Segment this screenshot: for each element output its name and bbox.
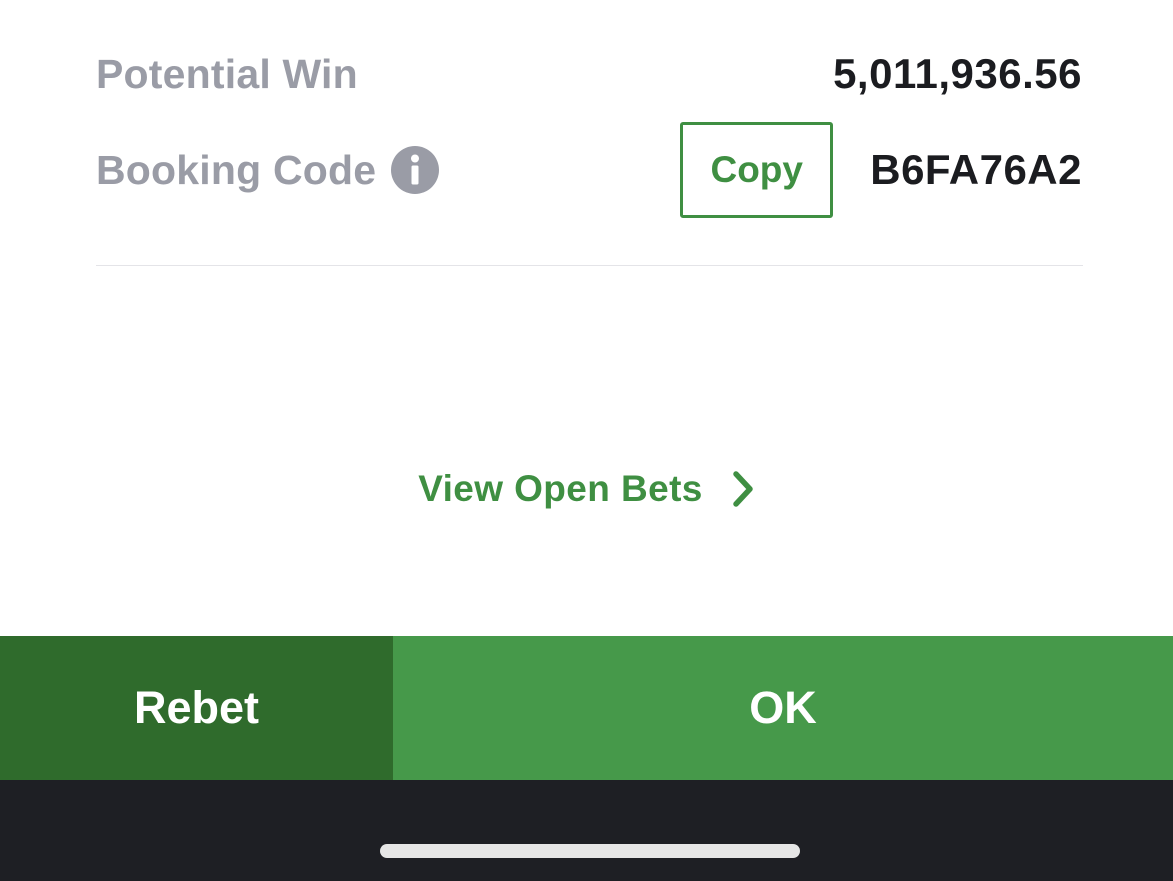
ok-button[interactable]: OK <box>393 636 1173 780</box>
booking-code-value: B6FA76A2 <box>870 146 1082 193</box>
potential-win-value: 5,011,936.56 <box>833 50 1082 97</box>
home-indicator-area <box>0 780 1173 881</box>
booking-code-label-group: Booking Code <box>96 146 440 194</box>
view-open-bets-label: View Open Bets <box>418 468 703 509</box>
potential-win-row: Potential Win 5,011,936.56 <box>96 44 1082 104</box>
divider <box>96 265 1083 266</box>
booking-code-value-group: Copy B6FA76A2 <box>680 122 1082 218</box>
bet-confirmation-screen: Potential Win 5,011,936.56 Booking Code … <box>0 0 1173 881</box>
action-bar: Rebet OK <box>0 636 1173 780</box>
info-icon[interactable] <box>391 146 440 194</box>
copy-button[interactable]: Copy <box>680 122 834 218</box>
view-open-bets-link[interactable]: View Open Bets <box>0 468 1173 510</box>
rebet-button[interactable]: Rebet <box>0 636 393 780</box>
chevron-right-icon <box>731 470 755 508</box>
home-indicator[interactable] <box>380 844 800 858</box>
booking-code-row: Booking Code Copy B6FA76A2 <box>96 122 1082 218</box>
booking-code-label: Booking Code <box>96 146 377 193</box>
potential-win-label: Potential Win <box>96 50 358 97</box>
